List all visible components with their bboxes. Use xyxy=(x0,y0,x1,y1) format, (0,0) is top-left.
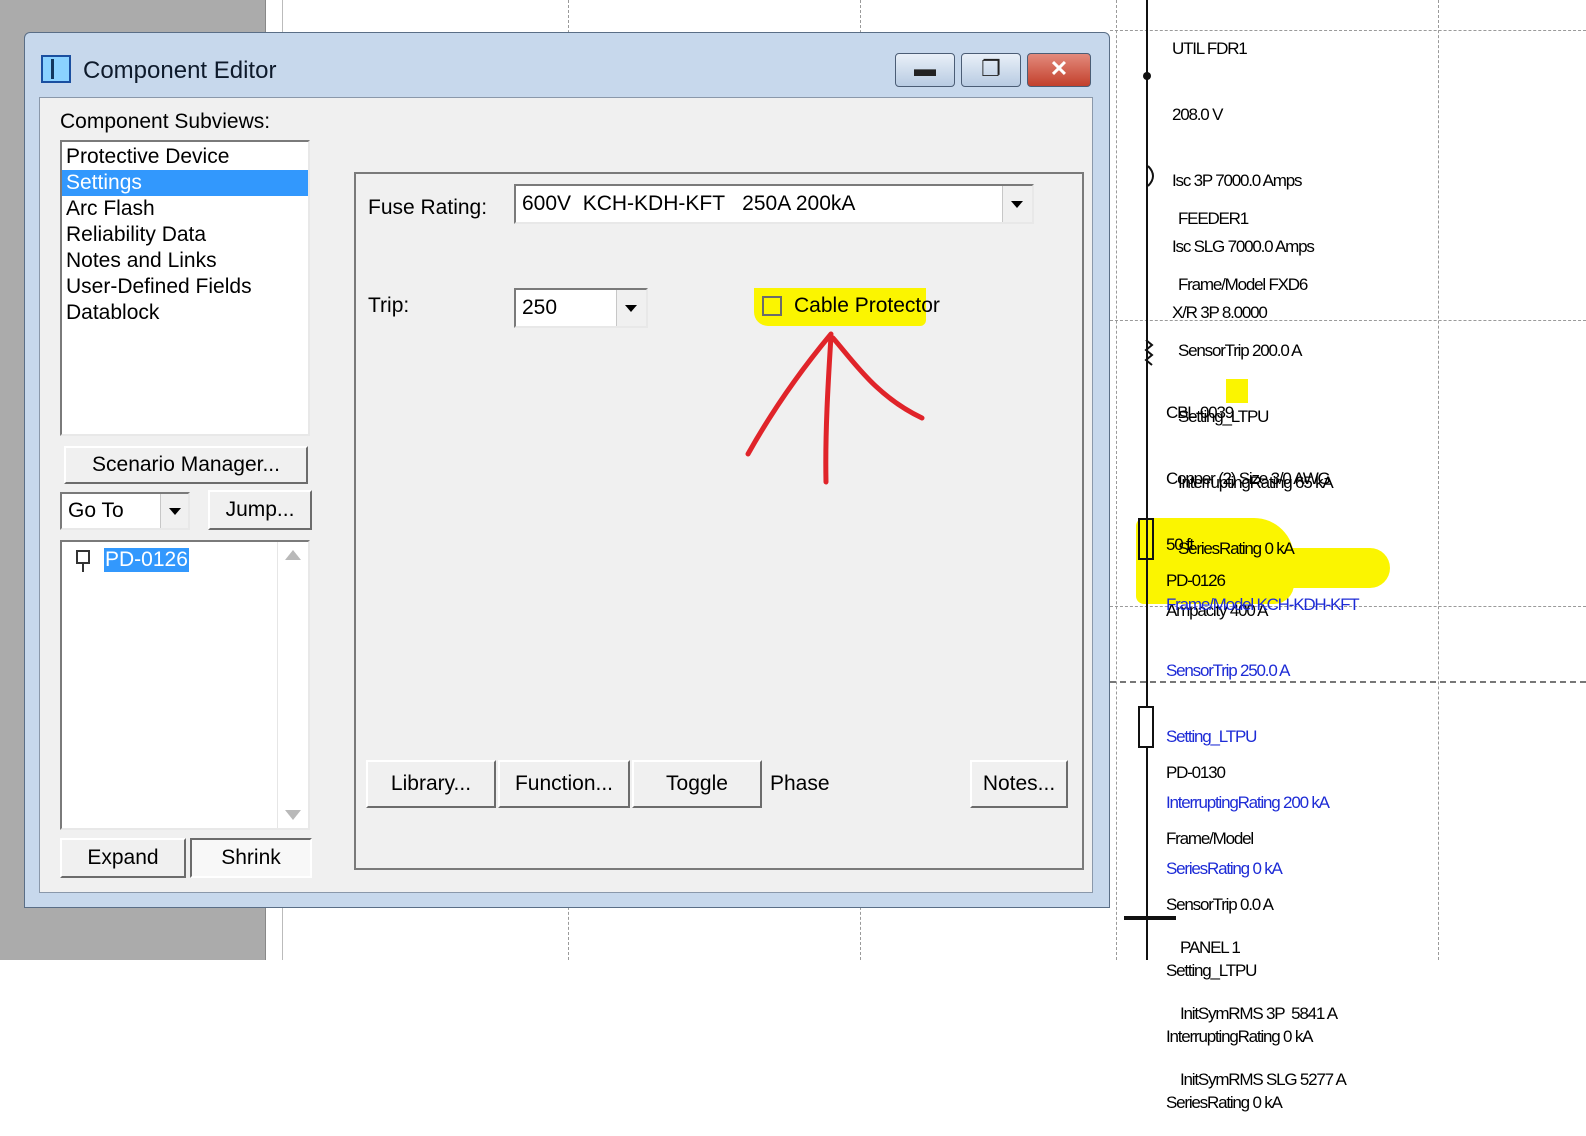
breaker-and-cable-symbols xyxy=(1144,165,1154,366)
trip-value: 250 xyxy=(522,296,558,319)
subview-settings[interactable]: Settings xyxy=(62,170,308,196)
trip-dropdown[interactable]: 250 xyxy=(514,288,648,328)
fuse-rating-value: 600V KCH-KDH-KFT 250A 200kA xyxy=(522,192,856,215)
subview-user-defined-fields[interactable]: User-Defined Fields xyxy=(62,274,308,300)
oneline-text-line: FEEDER1 xyxy=(1178,209,1249,228)
notes-button[interactable]: Notes... xyxy=(970,760,1068,808)
oneline-text-line: CBL-0039 xyxy=(1166,403,1234,422)
function-button[interactable]: Function... xyxy=(498,760,630,808)
component-editor-app-icon xyxy=(41,55,71,83)
oneline-text-line: Frame/Model xyxy=(1166,829,1254,848)
close-button[interactable]: ✕ xyxy=(1027,53,1091,87)
fuse-node-icon xyxy=(76,550,90,564)
subview-datablock[interactable]: Datablock xyxy=(62,300,308,326)
minimize-button[interactable]: ▬ xyxy=(895,53,955,87)
fuse-node-icon-stem xyxy=(82,564,84,572)
oneline-text-line: Frame/Model KCH-KDH-KFT xyxy=(1166,595,1360,614)
grid-line xyxy=(1438,0,1439,960)
subviews-list[interactable]: Protective Device Settings Arc Flash Rel… xyxy=(60,140,310,436)
restore-icon: ❐ xyxy=(981,56,1001,81)
subview-reliability-data[interactable]: Reliability Data xyxy=(62,222,308,248)
cable-protector-label[interactable]: Cable Protector xyxy=(794,294,940,318)
oneline-bus xyxy=(1146,0,1148,960)
subview-arc-flash[interactable]: Arc Flash xyxy=(62,196,308,222)
annotation-arrow xyxy=(745,331,925,485)
chevron-down-icon[interactable] xyxy=(616,290,646,326)
jump-button[interactable]: Jump... xyxy=(208,490,312,530)
dialog-client-area: Component Subviews: Protective Device Se… xyxy=(39,97,1093,893)
fuse-symbol-pd0126[interactable] xyxy=(1138,518,1154,560)
dialog-title: Component Editor xyxy=(83,57,277,84)
subview-protective-device[interactable]: Protective Device xyxy=(62,144,308,170)
panel-info: PANEL 1 InitSymRMS 3P 5841 A InitSymRMS … xyxy=(1180,893,1347,1113)
scenario-manager-button[interactable]: Scenario Manager... xyxy=(64,446,308,484)
trip-label: Trip: xyxy=(368,294,410,317)
oneline-text-line: UTIL FDR1 xyxy=(1172,39,1248,58)
tree-scrollbar[interactable] xyxy=(277,542,308,828)
oneline-text-line: 208.0 V xyxy=(1172,105,1223,124)
minimize-icon: ▬ xyxy=(914,56,936,81)
cable-protector-checkbox[interactable] xyxy=(762,296,782,316)
oneline-text-line: PANEL 1 xyxy=(1180,938,1241,957)
node-dot xyxy=(1143,72,1151,80)
oneline-text-line: Frame/Model FXD6 xyxy=(1178,275,1308,294)
title-bar[interactable]: Component Editor ▬ ❐ ✕ xyxy=(25,33,1109,97)
component-tree[interactable]: PD-0126 xyxy=(60,540,310,830)
grid-line xyxy=(1116,0,1117,960)
scroll-up-arrow-icon[interactable] xyxy=(280,544,306,568)
scroll-down-arrow-icon[interactable] xyxy=(280,802,306,826)
library-button[interactable]: Library... xyxy=(366,760,496,808)
toggle-button[interactable]: Toggle xyxy=(632,760,762,808)
goto-dropdown[interactable]: Go To xyxy=(60,492,190,530)
subviews-label: Component Subviews: xyxy=(60,110,271,133)
oneline-text-line: InitSymRMS 3P 5841 A xyxy=(1180,1004,1338,1023)
tree-item-pd0126[interactable]: PD-0126 xyxy=(104,548,189,572)
oneline-text-line: InitSymRMS SLG 5277 A xyxy=(1180,1070,1347,1089)
chevron-down-icon[interactable] xyxy=(160,494,188,528)
close-icon: ✕ xyxy=(1049,56,1069,81)
oneline-text-line: Copper (2) Size 3/0 AWG xyxy=(1166,469,1331,488)
fuse-symbol-pd0130[interactable] xyxy=(1138,706,1154,748)
subview-notes-and-links[interactable]: Notes and Links xyxy=(62,248,308,274)
phase-label: Phase xyxy=(770,772,830,795)
shrink-button[interactable]: Shrink xyxy=(190,838,312,878)
settings-panel: Fuse Rating: 600V KCH-KDH-KFT 250A 200kA… xyxy=(354,172,1084,870)
component-editor-dialog: Component Editor ▬ ❐ ✕ Component Subview… xyxy=(24,32,1110,908)
oneline-text-line: PD-0130 xyxy=(1166,763,1226,782)
fuse-rating-label: Fuse Rating: xyxy=(368,196,488,219)
maximize-button[interactable]: ❐ xyxy=(961,53,1021,87)
expand-button[interactable]: Expand xyxy=(60,838,186,878)
fuse-rating-dropdown[interactable]: 600V KCH-KDH-KFT 250A 200kA xyxy=(514,184,1034,224)
oneline-text-line: SensorTrip 250.0 A xyxy=(1166,661,1291,680)
chevron-down-icon[interactable] xyxy=(1002,186,1032,222)
goto-value: Go To xyxy=(68,499,124,522)
